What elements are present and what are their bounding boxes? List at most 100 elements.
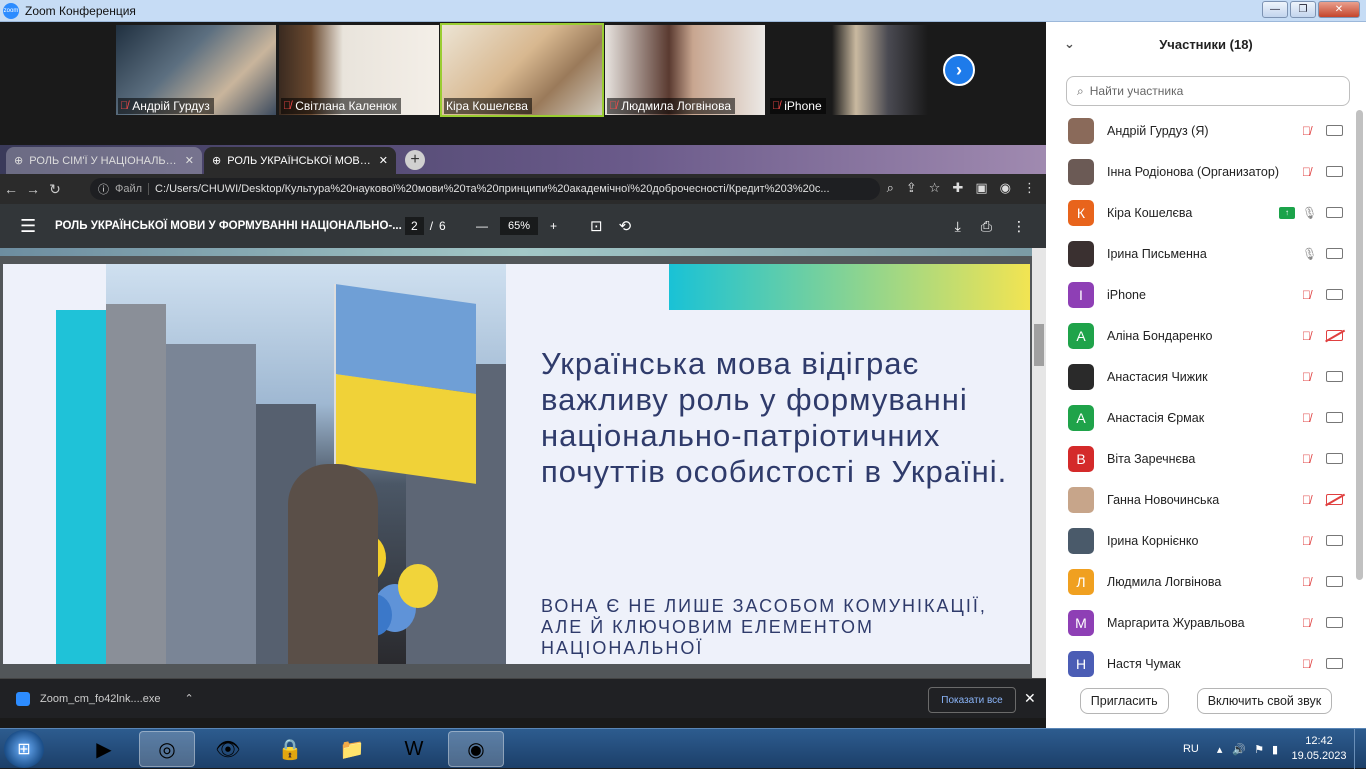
mic-icon[interactable]: 🎙 — [1302, 206, 1317, 220]
more-icon[interactable]: ⋮ — [1023, 180, 1036, 196]
muted-mic-icon[interactable]: 🎙̸ — [1302, 657, 1311, 671]
muted-mic-icon[interactable]: 🎙̸ — [1302, 452, 1311, 466]
participant-row[interactable]: А Аліна Бондаренко 🎙̸ — [1046, 315, 1352, 356]
participant-row[interactable]: В Віта Заречнєва 🎙̸ — [1046, 438, 1352, 479]
muted-mic-icon[interactable]: 🎙̸ — [1302, 534, 1311, 548]
close-button[interactable]: ✕ — [1318, 1, 1360, 18]
participant-row[interactable]: М Маргарита Журавльова 🎙̸ — [1046, 602, 1352, 643]
camera-off-icon[interactable] — [1326, 494, 1343, 505]
camera-icon[interactable] — [1326, 248, 1343, 259]
download-item[interactable]: Zoom_cm_fo42lnk....exe ⌃ — [16, 691, 194, 706]
zoom-out-icon[interactable]: — — [476, 219, 488, 233]
explorer-icon[interactable]: 📁 — [324, 731, 380, 767]
muted-mic-icon[interactable]: 🎙̸ — [1302, 124, 1311, 138]
camera-off-icon[interactable] — [1326, 330, 1343, 341]
participant-row[interactable]: Ірина Письменна 🎙 — [1046, 233, 1352, 274]
signal-icon[interactable]: ▮ — [1272, 743, 1278, 756]
network-icon[interactable]: ⚑ — [1254, 743, 1264, 756]
page-number-input[interactable]: 2 — [405, 217, 424, 235]
chevron-down-icon[interactable]: ⌄ — [1064, 36, 1075, 52]
participant-row[interactable]: А Анастасія Єрмак 🎙̸ — [1046, 397, 1352, 438]
clock[interactable]: 12:42 19.05.2023 — [1284, 734, 1354, 764]
zoom-level-input[interactable]: 65% — [500, 217, 539, 235]
download-icon[interactable]: ⤓ — [955, 218, 961, 235]
camera-icon[interactable] — [1326, 125, 1343, 136]
chevron-up-icon[interactable]: ⌃ — [184, 692, 193, 705]
camera-icon[interactable] — [1326, 658, 1343, 669]
zoom-taskbar-icon[interactable]: ◉ — [448, 731, 504, 767]
browser-tab-active[interactable]: ⊕РОЛЬ УКРАЇНСЬКОЇ МОВИ У Ф...✕ — [204, 147, 396, 174]
muted-mic-icon[interactable]: 🎙̸ — [1302, 165, 1311, 179]
muted-mic-icon[interactable]: 🎙̸ — [1302, 288, 1311, 302]
more-icon[interactable]: ⋮ — [1012, 218, 1026, 235]
muted-mic-icon[interactable]: 🎙̸ — [1302, 370, 1311, 384]
profile-icon[interactable]: ◉ — [1000, 180, 1011, 196]
sidebar-icon[interactable]: ▣ — [975, 180, 987, 196]
mic-icon[interactable]: 🎙 — [1302, 247, 1317, 261]
share-icon[interactable]: ⇪ — [906, 180, 917, 196]
volume-icon[interactable]: 🔊 — [1232, 743, 1246, 756]
camera-icon[interactable] — [1326, 207, 1343, 218]
browser-tab[interactable]: ⊕ РОЛЬ СІМ'Ї У НАЦІОНАЛЬНО-П ✕ — [6, 147, 202, 174]
print-icon[interactable]: ⎙ — [981, 218, 992, 235]
camera-icon[interactable] — [1326, 166, 1343, 177]
camera-icon[interactable] — [1326, 412, 1343, 423]
participant-row[interactable]: IiPhone 🎙̸ — [1046, 274, 1352, 315]
muted-mic-icon[interactable]: 🎙̸ — [1302, 493, 1311, 507]
gallery-next-button[interactable]: › — [943, 54, 975, 86]
video-tile[interactable]: 🎙̸ Людмила Логвінова — [605, 25, 765, 115]
muted-mic-icon[interactable]: 🎙̸ — [1302, 616, 1311, 630]
menu-icon[interactable]: ☰ — [20, 216, 36, 237]
tray-arrow-icon[interactable]: ▴ — [1217, 743, 1223, 756]
language-indicator[interactable]: RU — [1183, 743, 1199, 755]
reload-icon[interactable]: ↻ — [44, 181, 66, 198]
camera-icon[interactable] — [1326, 453, 1343, 464]
participant-scrollbar[interactable] — [1356, 110, 1363, 580]
start-button[interactable]: ⊞ — [4, 730, 44, 768]
search-icon[interactable]: ⌕ — [887, 180, 894, 196]
muted-mic-icon[interactable]: 🎙̸ — [1302, 411, 1311, 425]
back-icon[interactable]: ← — [0, 181, 22, 197]
new-tab-button[interactable]: + — [405, 150, 425, 170]
star-icon[interactable]: ☆ — [929, 180, 941, 196]
show-all-button[interactable]: Показати все — [928, 687, 1016, 713]
camera-icon[interactable] — [1326, 617, 1343, 628]
camera-icon[interactable] — [1326, 535, 1343, 546]
close-icon[interactable]: ✕ — [1024, 690, 1036, 707]
extensions-icon[interactable]: ✚ — [952, 180, 963, 196]
tab-close-icon[interactable]: ✕ — [379, 154, 388, 167]
participant-row[interactable]: Анастасия Чижик 🎙̸ — [1046, 356, 1352, 397]
participant-row[interactable]: Л Людмила Логвінова 🎙̸ — [1046, 561, 1352, 602]
search-participant-input[interactable]: ⌕ Найти участника — [1066, 76, 1350, 106]
camera-icon[interactable] — [1326, 371, 1343, 382]
participant-row[interactable]: Андрій Гурдуз (Я) 🎙̸ — [1046, 110, 1352, 151]
rotate-icon[interactable]: ⟲ — [619, 217, 632, 235]
invite-button[interactable]: Пригласить — [1079, 688, 1169, 714]
unmute-button[interactable]: Включить свой звук — [1196, 688, 1333, 714]
word-icon[interactable]: W — [386, 731, 442, 767]
fit-page-icon[interactable]: ⊡ — [590, 217, 603, 235]
participant-row[interactable]: Ганна Новочинська 🎙̸ — [1046, 479, 1352, 520]
video-tile[interactable]: 🎙̸ Світлана Каленюк — [279, 25, 439, 115]
chrome-icon[interactable]: ◎ — [139, 731, 195, 767]
show-desktop-button[interactable] — [1354, 729, 1366, 769]
participant-row[interactable]: К Кіра Кошелєва ↑ 🎙 — [1046, 192, 1352, 233]
participant-row[interactable]: Ірина Корнієнко 🎙̸ — [1046, 520, 1352, 561]
eye-app-icon[interactable]: 👁 — [200, 731, 256, 767]
address-input[interactable]: ⓘ Файл C:/Users/CHUWI/Desktop/Культура%2… — [90, 178, 880, 200]
media-player-icon[interactable]: ▶ — [76, 731, 132, 767]
muted-mic-icon[interactable]: 🎙̸ — [1302, 575, 1311, 589]
pdf-scrollbar[interactable] — [1032, 248, 1046, 678]
maximize-button[interactable]: ❐ — [1290, 1, 1316, 18]
forward-icon[interactable]: → — [22, 181, 44, 197]
minimize-button[interactable]: — — [1262, 1, 1288, 18]
participant-row[interactable]: Інна Родіонова (Организатор) 🎙̸ — [1046, 151, 1352, 192]
muted-mic-icon[interactable]: 🎙̸ — [1302, 329, 1311, 343]
zoom-in-icon[interactable]: + — [550, 219, 557, 233]
participant-row[interactable]: Н Настя Чумак 🎙̸ — [1046, 643, 1352, 680]
tab-close-icon[interactable]: ✕ — [185, 154, 194, 167]
camera-icon[interactable] — [1326, 289, 1343, 300]
video-tile[interactable]: 🎙̸ Андрій Гурдуз — [116, 25, 276, 115]
video-tile[interactable]: Кіра Кошелєва — [440, 23, 604, 117]
video-tile[interactable]: 🎙̸ iPhone — [768, 25, 928, 115]
